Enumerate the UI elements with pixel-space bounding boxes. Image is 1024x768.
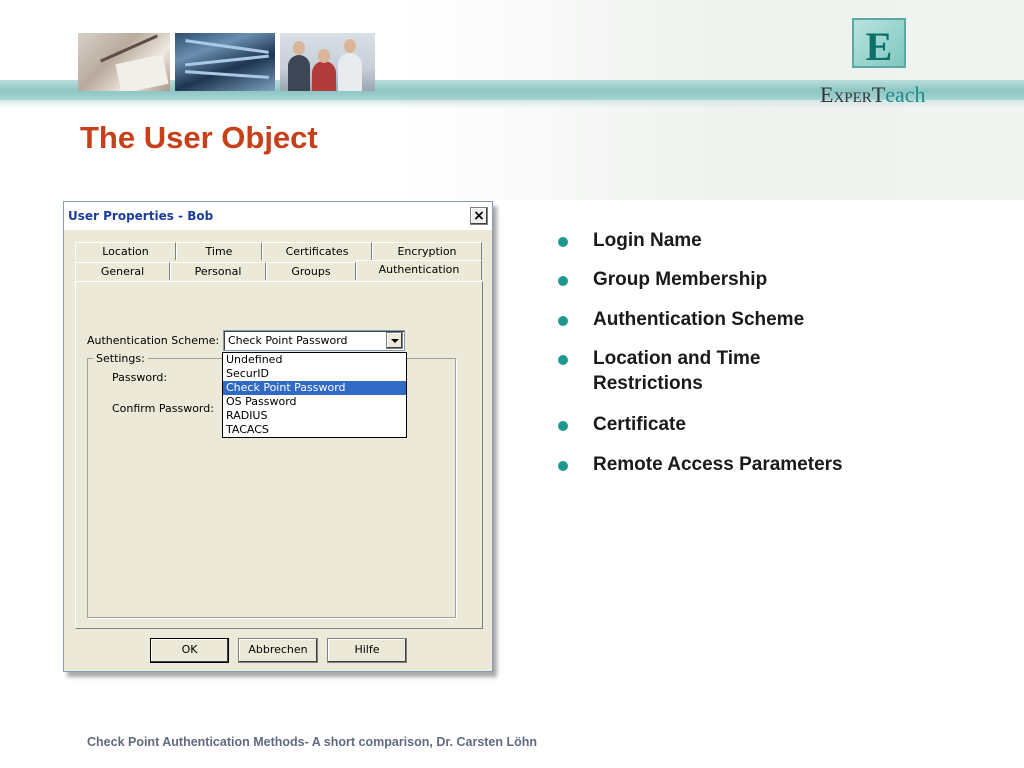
bullet-icon [558,276,568,286]
chevron-down-icon[interactable] [386,332,403,349]
confirm-password-label: Confirm Password: [112,402,214,415]
bullet-group-membership: Group Membership [593,269,768,290]
tab-general[interactable]: General [75,262,170,280]
dialog-titlebar[interactable]: User Properties - Bob × [64,202,492,230]
tab-groups[interactable]: Groups [266,262,356,280]
dropdown-option-undefined[interactable]: Undefined [223,353,406,367]
dialog-title: User Properties - Bob [68,209,214,223]
footer-text: Check Point Authentication Methods- A sh… [87,735,538,749]
photo-network-cables [175,33,275,91]
bullet-icon [558,237,568,247]
auth-scheme-dropdown-list[interactable]: Undefined SecurID Check Point Password O… [222,352,407,438]
bullet-login-name: Login Name [593,230,702,251]
cancel-button[interactable]: Abbrechen [238,638,318,663]
slide-title: The User Object [80,120,318,155]
bullet-icon [558,316,568,326]
dropdown-option-check-point-password[interactable]: Check Point Password [223,381,406,395]
tab-authentication[interactable]: Authentication [356,260,482,280]
photo-cable [184,70,270,79]
password-label: Password: [112,371,168,384]
experteach-logo-text: ExperTeach [820,82,926,107]
tab-time[interactable]: Time [176,242,262,260]
dropdown-option-securid[interactable]: SecurID [223,367,406,381]
auth-scheme-label: Authentication Scheme: [87,334,220,347]
photo-writing-hand [78,33,170,91]
photo-business-team [280,33,375,91]
bullet-authentication-scheme: Authentication Scheme [593,309,805,330]
close-button[interactable]: × [470,207,488,225]
auth-scheme-select[interactable]: Check Point Password [223,330,405,351]
bullet-remote-access: Remote Access Parameters [593,454,843,475]
dropdown-option-os-password[interactable]: OS Password [223,395,406,409]
auth-scheme-value: Check Point Password [228,334,348,347]
bullet-icon [558,421,568,431]
tab-location[interactable]: Location [75,242,176,260]
settings-legend: Settings: [93,352,148,365]
tab-encryption[interactable]: Encryption [372,242,482,260]
bullet-certificate: Certificate [593,414,686,435]
bullet-location-time: Location and Time Restrictions [593,348,761,394]
help-button[interactable]: Hilfe [327,638,407,663]
bullet-icon [558,355,568,365]
bullet-icon [558,461,568,471]
photo-paper [115,54,169,91]
user-properties-dialog: User Properties - Bob × Location Time Ce… [63,201,493,672]
photo-person [338,53,362,91]
photo-person [288,55,310,91]
photo-person [312,61,336,91]
tab-personal[interactable]: Personal [170,262,266,280]
photo-cable [185,39,269,54]
photo-person-head [293,41,305,55]
ok-button[interactable]: OK [150,638,229,663]
photo-person-head [318,49,330,63]
dropdown-option-tacacs[interactable]: TACACS [223,423,406,437]
experteach-logo-icon: E [852,18,906,69]
photo-cable [185,54,269,67]
dropdown-option-radius[interactable]: RADIUS [223,409,406,423]
tab-certificates[interactable]: Certificates [262,242,372,260]
header-photo-strip [78,33,375,91]
photo-person-head [344,39,356,53]
